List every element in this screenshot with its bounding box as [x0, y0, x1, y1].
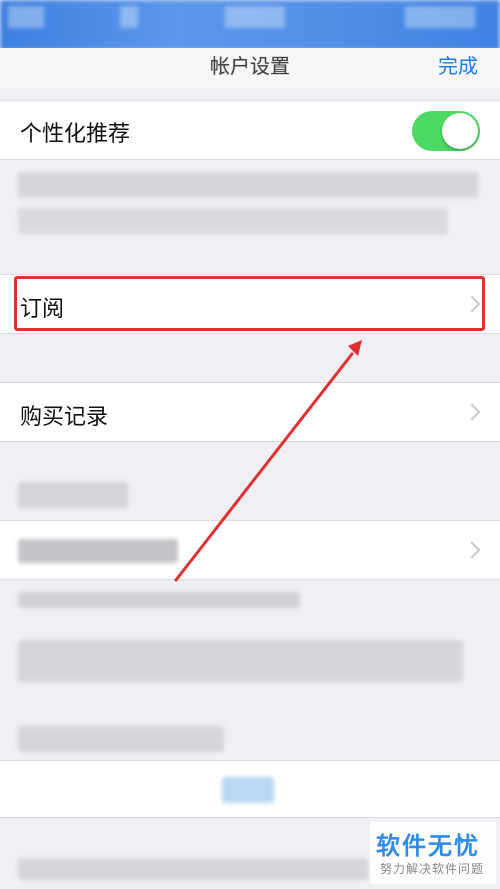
- watermark-subtitle: 努力解决软件问题: [380, 862, 485, 876]
- annotation-arrow: [174, 340, 362, 582]
- watermark-logo: 软件无忧 努力解决软件问题: [370, 822, 496, 884]
- watermark-title: 软件无忧: [376, 832, 480, 860]
